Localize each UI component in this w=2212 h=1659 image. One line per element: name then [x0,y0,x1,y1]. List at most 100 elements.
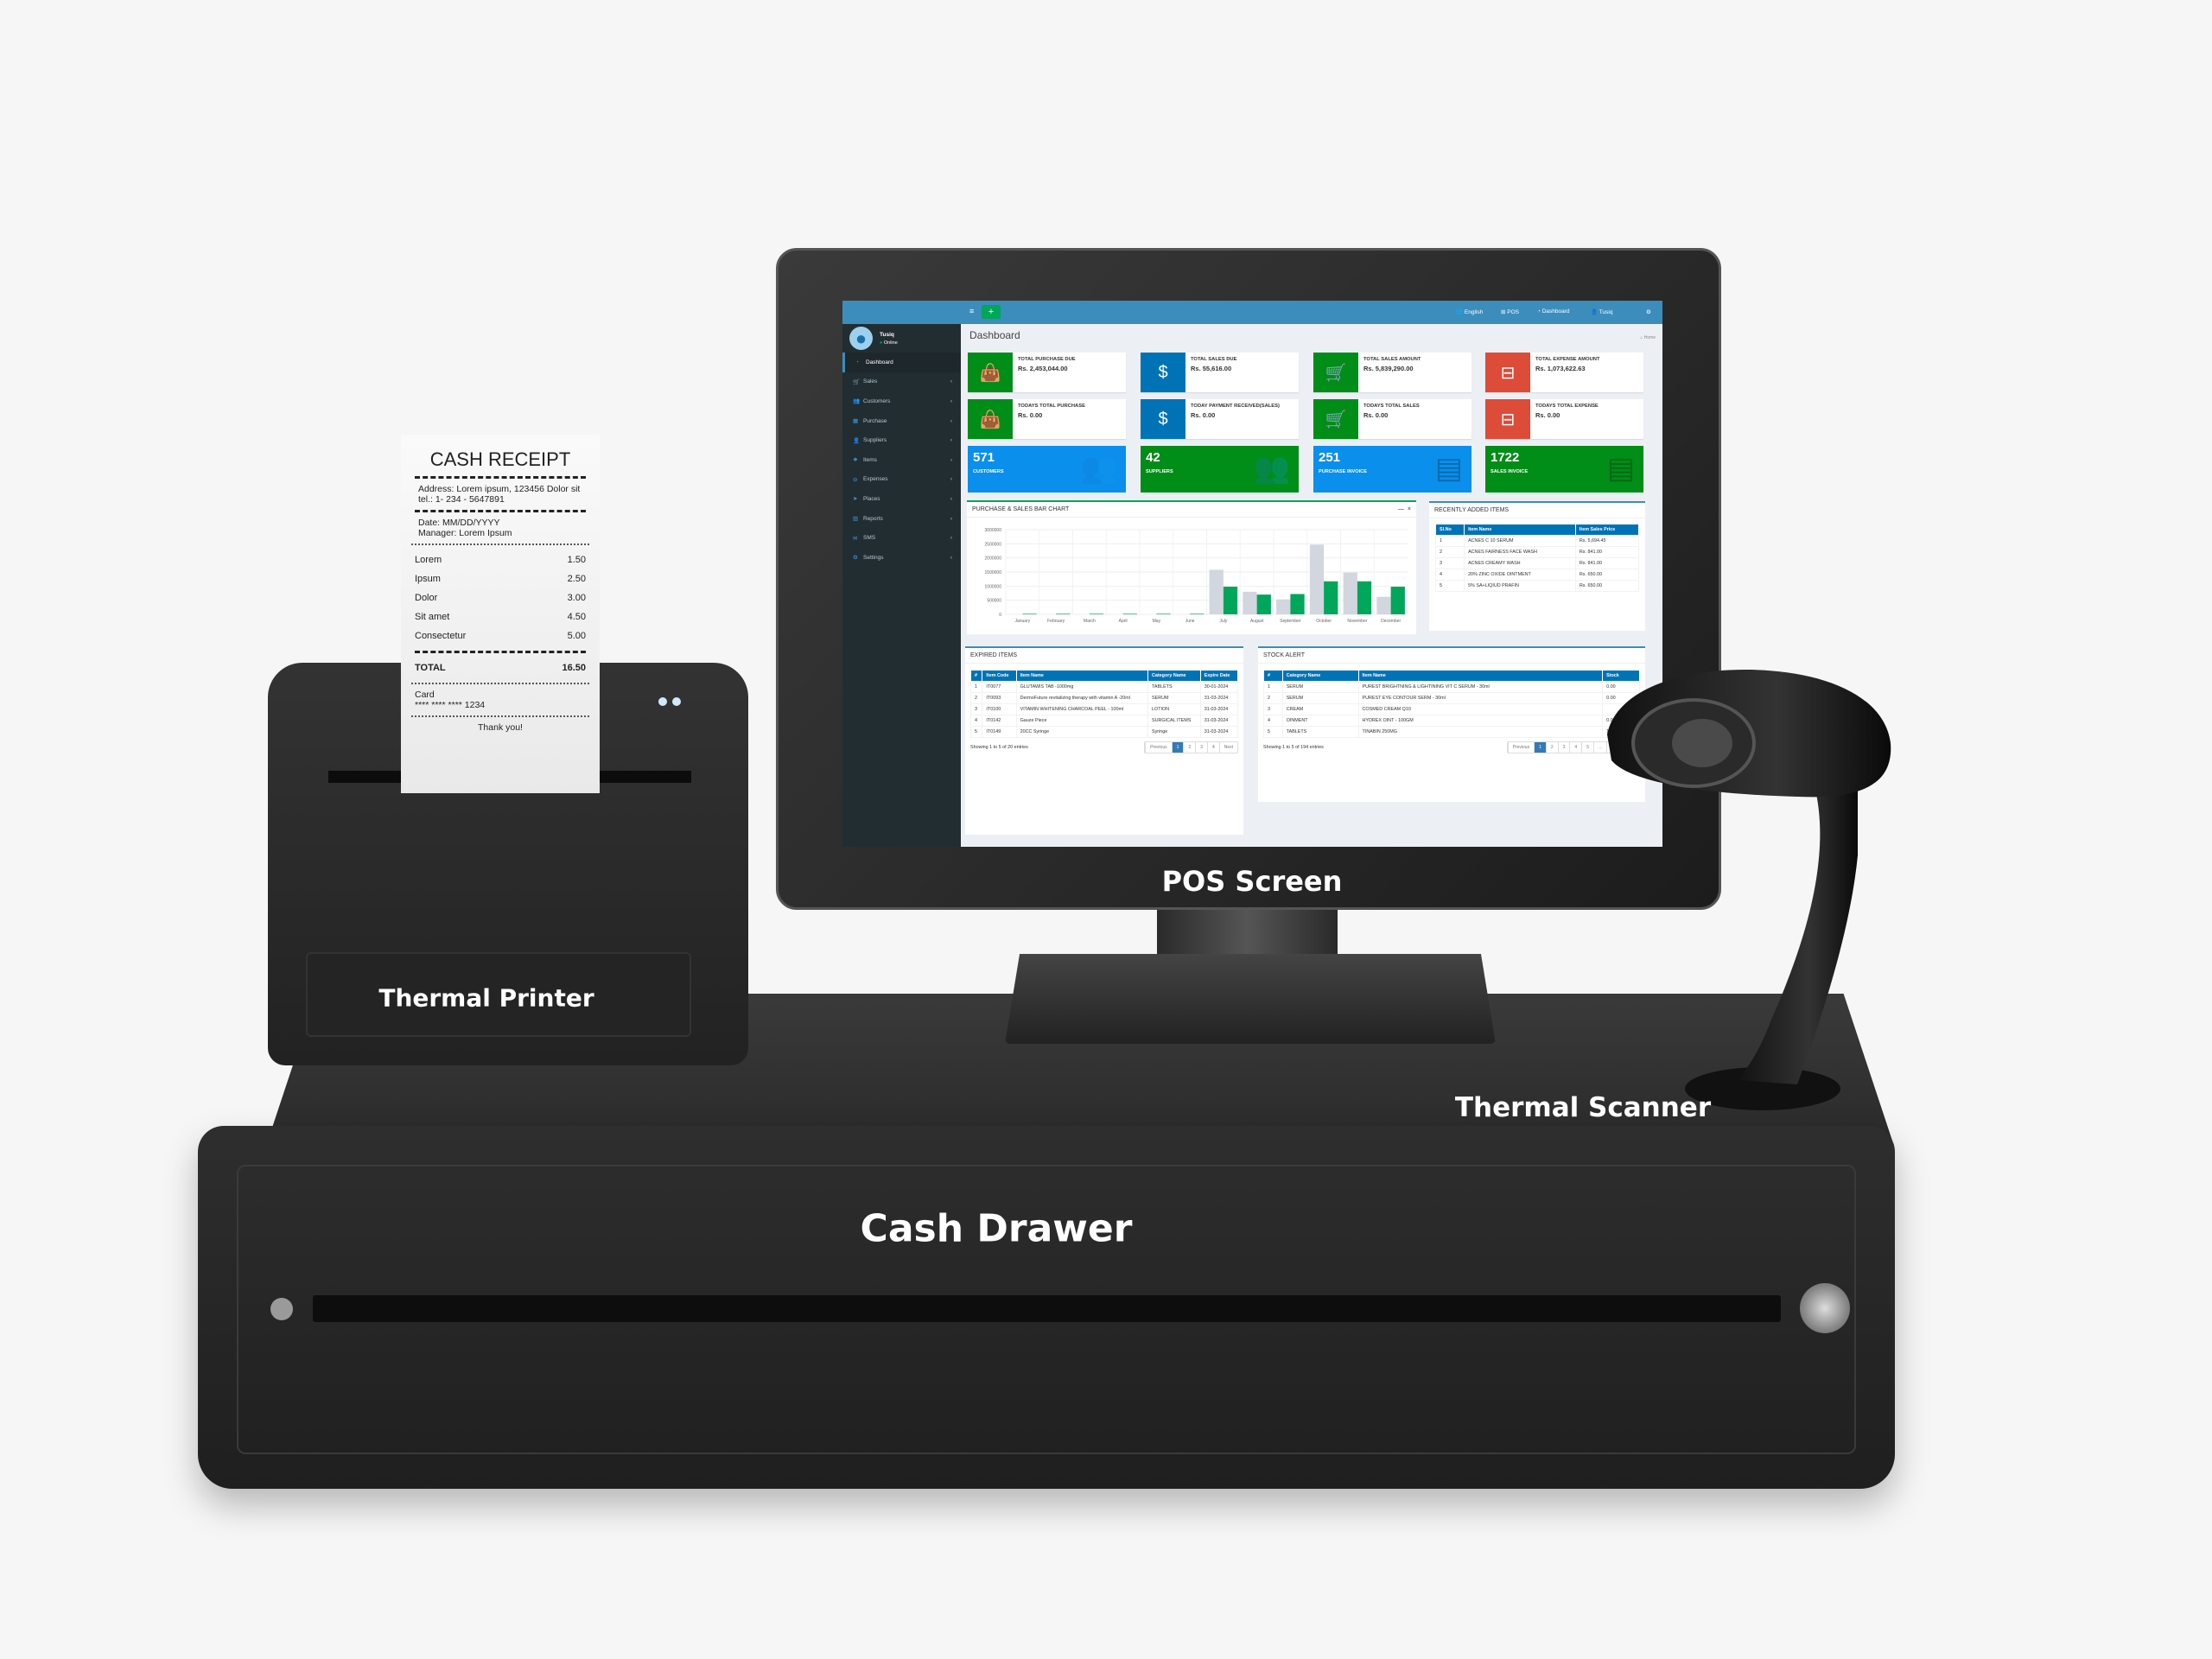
info-box[interactable]: $ TOTAL SALES DUE Rs. 55,616.00 [1141,353,1299,392]
stat-box[interactable]: 1722 SALES INVOICE ▤ [1485,446,1643,493]
bar-chart-panel: PURCHASE & SALES BAR CHART — × 0 500000 100… [967,500,1416,634]
settings-gear-icon[interactable]: ⚙ [1646,308,1651,315]
dashboard-link-label: Dashboard [1541,308,1570,315]
sidebar-item-sms[interactable]: ✉ SMS ‹ [842,528,961,548]
table-cell: TABLETS [1147,681,1201,693]
sidebar-item-purchase[interactable]: ▦ Purchase ‹ [842,411,961,431]
table-cell: ACNES CREAMY WASH [1464,557,1576,569]
column-header[interactable]: Item Code [982,670,1017,682]
close-icon[interactable]: × [1408,506,1411,512]
sidebar-item-places[interactable]: ➤ Places ‹ [842,489,961,509]
column-header[interactable]: Sl.No [1434,524,1465,536]
dashboard-link[interactable]: ◔ Dashboard [1537,308,1570,315]
sidebar-item-suppliers[interactable]: 👤 Suppliers ‹ [842,430,961,450]
info-box[interactable]: $ TODAY PAYMENT RECEIVED(SALES) Rs. 0.00 [1141,399,1299,439]
table-row: 4 OINMENT HYDREX OINT - 100GM 0.00 [1263,715,1640,727]
page-button[interactable]: Next [1218,742,1237,753]
stat-box[interactable]: 251 PURCHASE INVOICE ▤ [1313,446,1471,493]
page-button[interactable]: Previous [1507,742,1534,753]
table-row: 1 SERUM PUREST BRIGHTNING & LIGHTINING VIT… [1263,681,1640,693]
y-tick-label: 2000000 [985,556,1002,562]
bar-series-2-november [1357,581,1372,614]
sidebar-item-label: Purchase [863,417,887,424]
info-box-value: Rs. 0.00 [1191,411,1216,419]
page-button[interactable]: 3 [1557,742,1570,753]
table-cell: 2 [1434,546,1465,558]
sidebar-item-reports[interactable]: ▥ Reports ‹ [842,509,961,529]
cart-plus-icon: 🛒 [1313,353,1358,392]
table-cell: IT0100 [982,703,1017,715]
column-header[interactable]: Item Name [1015,670,1149,682]
minimize-icon[interactable]: — [1398,506,1404,512]
y-tick-label: 3000000 [985,528,1002,533]
info-box-label: TOTAL EXPENSE AMOUNT [1535,357,1600,362]
language-button[interactable]: 🌐 English [1456,308,1483,315]
expired-items-table: # Item Code Item Name Category Name Expire D… [969,670,1239,738]
info-box[interactable]: 👜 TODAYS TOTAL PURCHASE Rs. 0.00 [968,399,1126,439]
info-box-value: Rs. 0.00 [1018,411,1043,419]
page-button[interactable]: 4 [1569,742,1581,753]
info-box[interactable]: 🛒 TOTAL SALES AMOUNT Rs. 5,839,290.00 [1313,353,1471,392]
breadcrumb[interactable]: ⌂ Home [1640,335,1656,340]
card-label: Card [415,690,435,700]
page-button[interactable]: 1 [1171,742,1184,753]
bar-series-2-march [1089,613,1104,614]
table-cell: SERUM [1147,692,1201,704]
bar-series-1-july [1209,569,1224,614]
menu-toggle-icon[interactable]: ≡ [969,307,974,315]
monitor-stand-base [1005,954,1496,1044]
user-menu[interactable]: 👤 Tusiq [1591,308,1612,315]
table-row: 4 20% ZINC OXIDE OINTMENT Rs. 650.00 [1434,569,1640,581]
stat-box[interactable]: 571 CUSTOMERS 👥 [968,446,1126,493]
info-box[interactable]: ⊟ TODAYS TOTAL EXPENSE Rs. 0.00 [1485,399,1643,439]
table-cell: 4 [1263,715,1283,727]
cart-plus-icon: 🛒 [1313,399,1358,439]
stock-alert-panel: STOCK ALERT # Category Name Item Name Stock… [1258,646,1645,802]
page-button[interactable]: 5 [1581,742,1593,753]
sidebar-item-dashboard[interactable]: ◔ Dashboard [842,353,961,372]
recent-items-table: Sl.No Item Name Item Sales Price 1 ACNES C 1… [1434,524,1640,592]
table-cell: 3 [1434,557,1465,569]
sidebar-item-settings[interactable]: ⚙ Settings ‹ [842,548,961,568]
page-button[interactable]: 2 [1545,742,1558,753]
page-button[interactable]: Previous [1145,742,1171,753]
column-header[interactable]: # [969,670,983,682]
page-button[interactable]: 3 [1195,742,1207,753]
info-box[interactable]: ⊟ TOTAL EXPENSE AMOUNT Rs. 1,073,622.63 [1485,353,1643,392]
table-cell: PUREST BRIGHTNING & LIGHTINING VIT C SER… [1357,681,1604,693]
add-button[interactable]: + [982,305,1001,319]
info-box-value: Rs. 0.00 [1535,411,1560,419]
column-header[interactable]: Category Name [1147,670,1201,682]
table-header-row: Sl.No Item Name Item Sales Price [1434,524,1640,536]
receipt-tel: tel.: 1- 234 - 5647891 [418,494,505,505]
page-button[interactable]: 4 [1206,742,1219,753]
x-tick-label: January [1014,619,1030,624]
column-header[interactable]: Item Name [1464,524,1576,536]
column-header[interactable]: Category Name [1281,670,1359,682]
item-name: Sit amet [415,612,450,622]
info-box[interactable]: 🛒 TODAYS TOTAL SALES Rs. 0.00 [1313,399,1471,439]
item-price: 3.00 [567,593,586,603]
chevron-left-icon: ‹ [950,456,952,463]
info-box[interactable]: 👜 TOTAL PURCHASE DUE Rs. 2,453,044.00 [968,353,1126,392]
sidebar-item-sales[interactable]: 🛒 Sales ‹ [842,372,961,392]
y-tick-label: 0 [999,613,1001,618]
page-button[interactable]: 1 [1534,742,1546,753]
column-header[interactable]: # [1263,670,1283,682]
column-header[interactable]: Item Sales Price [1574,524,1640,536]
sidebar-item-customers[interactable]: 👥 Customers ‹ [842,391,961,411]
column-header[interactable]: Expire Date [1199,670,1239,682]
minus-square-icon: ⊟ [1485,399,1530,439]
receipt: CASH RECEIPT Address: Lorem ipsum, 12345… [401,435,600,793]
x-tick-label: November [1347,619,1367,624]
page-button[interactable]: 2 [1183,742,1195,753]
column-header[interactable]: Item Name [1357,670,1604,682]
sidebar-item-expenses[interactable]: ⊖ Expenses ‹ [842,470,961,490]
table-cell: 5 [1434,580,1465,592]
paper-plane-icon: ➤ [853,496,858,503]
stat-box[interactable]: 42 SUPPLIERS 👥 [1141,446,1299,493]
sidebar-item-items[interactable]: ❖ Items ‹ [842,450,961,470]
pos-button[interactable]: ⊞ POS [1501,308,1519,315]
table-row: 4 IT0142 Gauze Piece SURGICAL ITEMS 31-03-20… [969,715,1239,727]
thank-you: Thank you! [478,722,523,733]
